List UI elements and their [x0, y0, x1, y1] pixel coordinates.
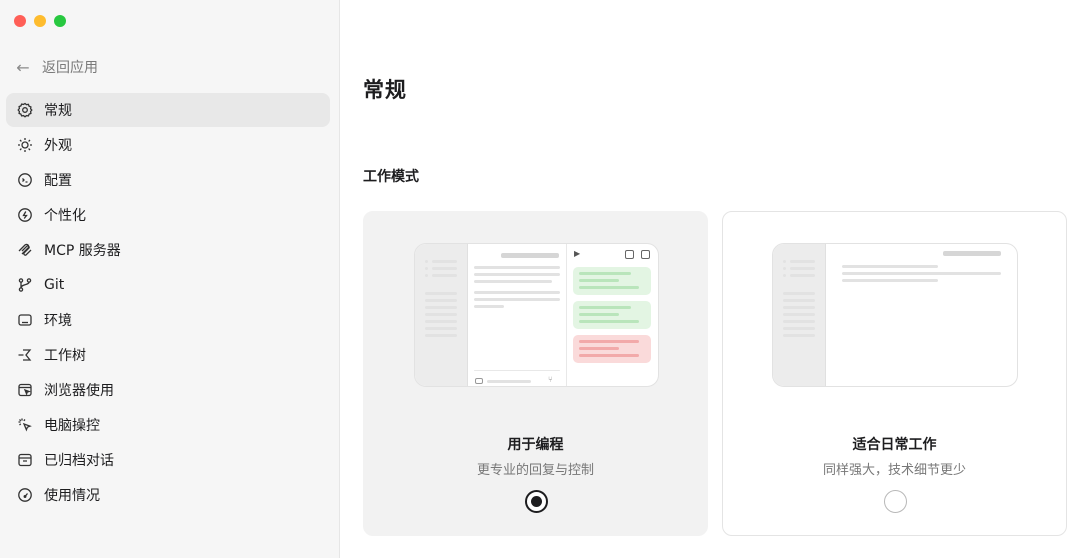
page-title: 常规	[363, 78, 407, 102]
personalize-icon	[16, 206, 34, 224]
gear-icon	[16, 101, 34, 119]
sidebar-item-git[interactable]: Git	[6, 268, 330, 302]
settings-nav: 常规 外观 配置 个性化 MCP 服务器 Git 环境 工作树 浏览器使用 电脑…	[6, 93, 330, 513]
sidebar-item-computer-control[interactable]: 电脑操控	[6, 408, 330, 442]
coding-mode-preview: ⑂ ▶	[414, 243, 659, 387]
zoom-window-button[interactable]	[54, 15, 66, 27]
sidebar-item-usage[interactable]: 使用情况	[6, 478, 330, 512]
cursor-click-icon	[16, 416, 34, 434]
sidebar-item-archived[interactable]: 已归档对话	[6, 443, 330, 477]
git-branch-icon	[16, 276, 34, 294]
sidebar-item-label: MCP 服务器	[44, 243, 121, 259]
config-face-icon	[16, 171, 34, 189]
sidebar-item-label: 工作树	[44, 348, 86, 364]
daily-mode-preview	[772, 243, 1018, 387]
sidebar-item-personalize[interactable]: 个性化	[6, 198, 330, 232]
back-to-app-label: 返回应用	[42, 60, 98, 76]
mode-radio-coding[interactable]	[525, 490, 548, 513]
mode-subtitle: 更专业的回复与控制	[476, 463, 594, 478]
close-window-button[interactable]	[14, 15, 26, 27]
sidebar: ← 返回应用 常规 外观 配置 个性化 MCP 服务器 Git 环境 工作树 浏…	[0, 0, 340, 558]
mode-card-daily-work[interactable]: 适合日常工作 同样强大，技术细节更少	[722, 211, 1067, 536]
mode-radio-daily-work[interactable]	[884, 490, 907, 513]
sidebar-item-label: 已归档对话	[44, 453, 114, 469]
mcp-icon	[16, 241, 34, 259]
browser-icon	[16, 381, 34, 399]
environment-icon	[16, 311, 34, 329]
worktree-icon	[16, 346, 34, 364]
sidebar-item-label: 环境	[44, 313, 72, 329]
preview-sidebar	[773, 244, 826, 386]
gauge-icon	[16, 486, 34, 504]
arrow-left-icon: ←	[16, 57, 30, 77]
sidebar-item-environment[interactable]: 环境	[6, 303, 330, 337]
sidebar-item-label: 常规	[44, 103, 72, 119]
git-branch-icon: ⑂	[548, 375, 553, 384]
sidebar-item-general[interactable]: 常规	[6, 93, 330, 127]
mode-card-coding[interactable]: ⑂ ▶ 用于编程 更专业的回复与控制	[363, 211, 708, 536]
sidebar-item-label: 电脑操控	[44, 418, 100, 434]
sidebar-item-label: 配置	[44, 173, 72, 189]
sidebar-item-label: 个性化	[44, 208, 86, 224]
preview-sidebar	[415, 244, 468, 386]
section-title-work-mode: 工作模式	[363, 169, 419, 185]
mode-subtitle: 同样强大，技术细节更少	[822, 463, 966, 478]
mode-title: 适合日常工作	[852, 437, 937, 453]
sidebar-item-label: 浏览器使用	[44, 383, 114, 399]
back-to-app-button[interactable]: ← 返回应用	[14, 56, 98, 78]
settings-content: 常规 工作模式 ⑂ ▶ 用于编程 更专业的回复与控制 适合日常工作 同样强大，技…	[341, 0, 1080, 558]
play-icon: ▶	[574, 249, 581, 258]
sidebar-item-label: Git	[44, 277, 65, 293]
sidebar-item-label: 使用情况	[44, 488, 100, 504]
sidebar-item-appearance[interactable]: 外观	[6, 128, 330, 162]
terminal-icon	[625, 250, 634, 259]
add-panel-icon	[641, 250, 650, 259]
minimize-window-button[interactable]	[34, 15, 46, 27]
sidebar-item-mcp[interactable]: MCP 服务器	[6, 233, 330, 267]
archive-icon	[16, 451, 34, 469]
window-controls	[14, 15, 66, 27]
sidebar-item-browser[interactable]: 浏览器使用	[6, 373, 330, 407]
sidebar-item-label: 外观	[44, 138, 72, 154]
mode-title: 用于编程	[507, 437, 564, 453]
sidebar-item-config[interactable]: 配置	[6, 163, 330, 197]
sidebar-item-worktree[interactable]: 工作树	[6, 338, 330, 372]
sun-icon	[16, 136, 34, 154]
